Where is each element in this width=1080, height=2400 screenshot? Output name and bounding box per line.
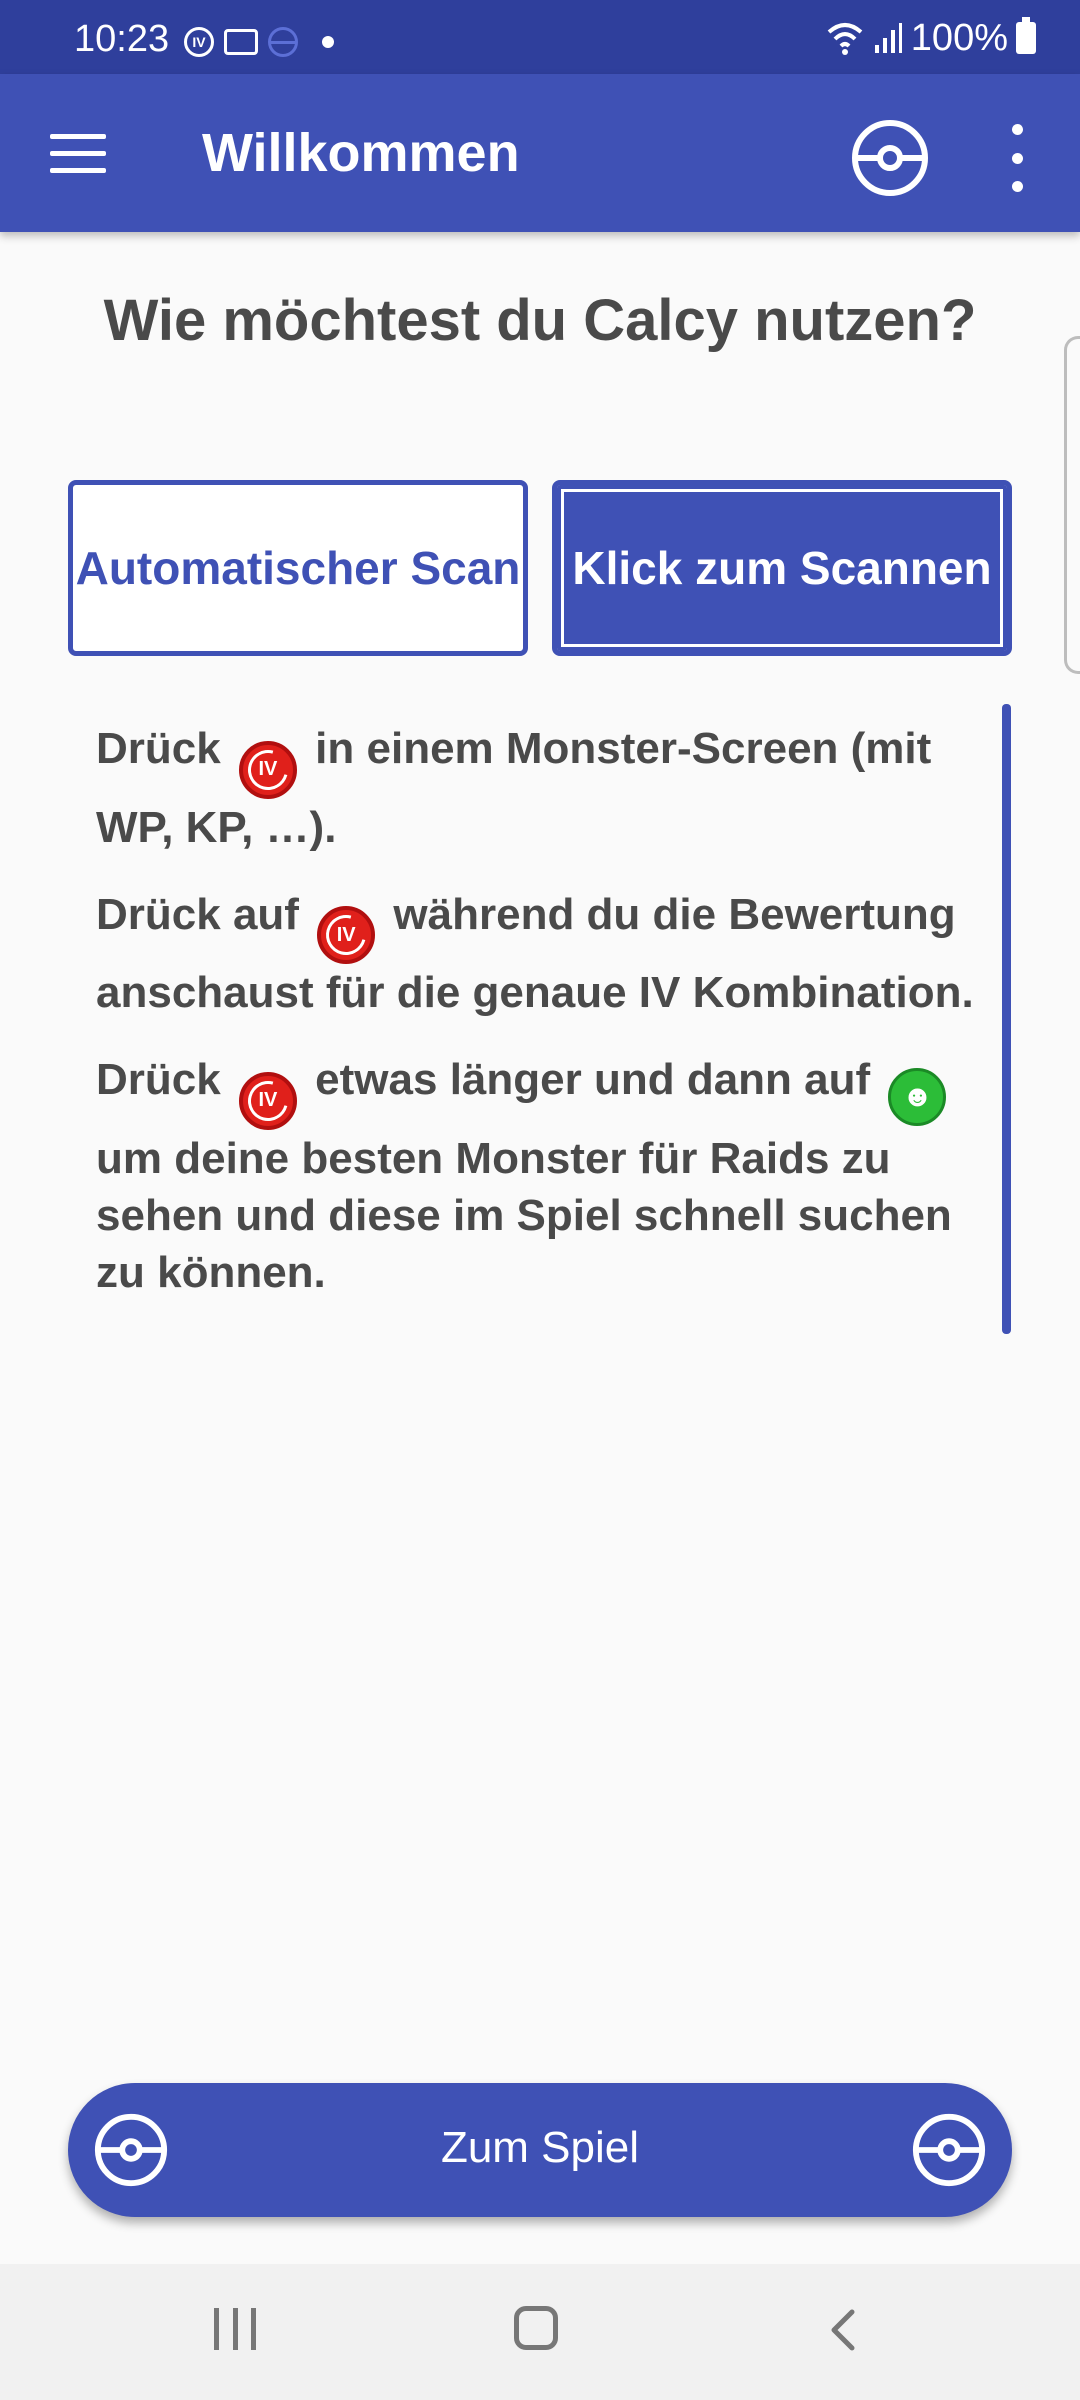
system-navigation-bar <box>0 2264 1080 2400</box>
signal-icon <box>874 23 902 53</box>
screenshot-notification-icon <box>224 29 258 55</box>
raid-monster-icon: ☻ <box>888 1067 947 1126</box>
iv-overlay-icon: IV <box>238 740 297 799</box>
to-game-button[interactable]: Zum Spiel <box>68 2083 1012 2217</box>
recents-icon[interactable] <box>214 2308 256 2350</box>
automatic-scan-button[interactable]: Automatischer Scan <box>68 480 528 656</box>
pokeball-icon[interactable] <box>850 118 930 198</box>
mode-question: Wie möchtest du Calcy nutzen? <box>103 288 977 353</box>
battery-icon <box>1016 17 1036 54</box>
instructions-scrollbar[interactable] <box>1002 704 1011 1334</box>
app-bar: Willkommen <box>0 74 1080 232</box>
to-game-label: Zum Spiel <box>440 2123 640 2172</box>
side-drawer-handle[interactable] <box>1064 336 1080 674</box>
system-status-icons: 100% <box>825 16 1036 59</box>
instruction-1: Drück IV in einem Monster-Screen (mit WP… <box>96 724 932 852</box>
back-icon[interactable] <box>822 2308 866 2352</box>
instruction-3: Drück IV etwas länger und dann auf ☻ um … <box>96 1055 952 1297</box>
more-options-icon[interactable] <box>1000 124 1034 192</box>
pokeball-icon <box>912 2113 986 2187</box>
iv-overlay-icon: IV <box>317 906 376 964</box>
notification-icons: IV <box>184 22 334 62</box>
more-notifications-dot-icon <box>322 36 334 48</box>
iv-overlay-icon: IV <box>238 1071 297 1130</box>
click-to-scan-button[interactable]: Klick zum Scannen <box>552 480 1012 656</box>
instruction-2: Drück auf IV während du die Bewertung an… <box>96 889 974 1018</box>
instructions: Drück IV in einem Monster-Screen (mit WP… <box>96 720 976 1331</box>
status-bar: 10:23 IV 100% <box>0 0 1080 74</box>
iv-notification-icon: IV <box>184 27 214 57</box>
page-title: Willkommen <box>202 123 520 183</box>
status-time: 10:23 <box>74 18 170 60</box>
pokeball-notification-icon <box>268 27 298 57</box>
wifi-icon <box>827 23 863 55</box>
menu-icon[interactable] <box>50 134 106 174</box>
battery-percent: 100% <box>910 16 1008 59</box>
home-icon[interactable] <box>514 2306 558 2350</box>
